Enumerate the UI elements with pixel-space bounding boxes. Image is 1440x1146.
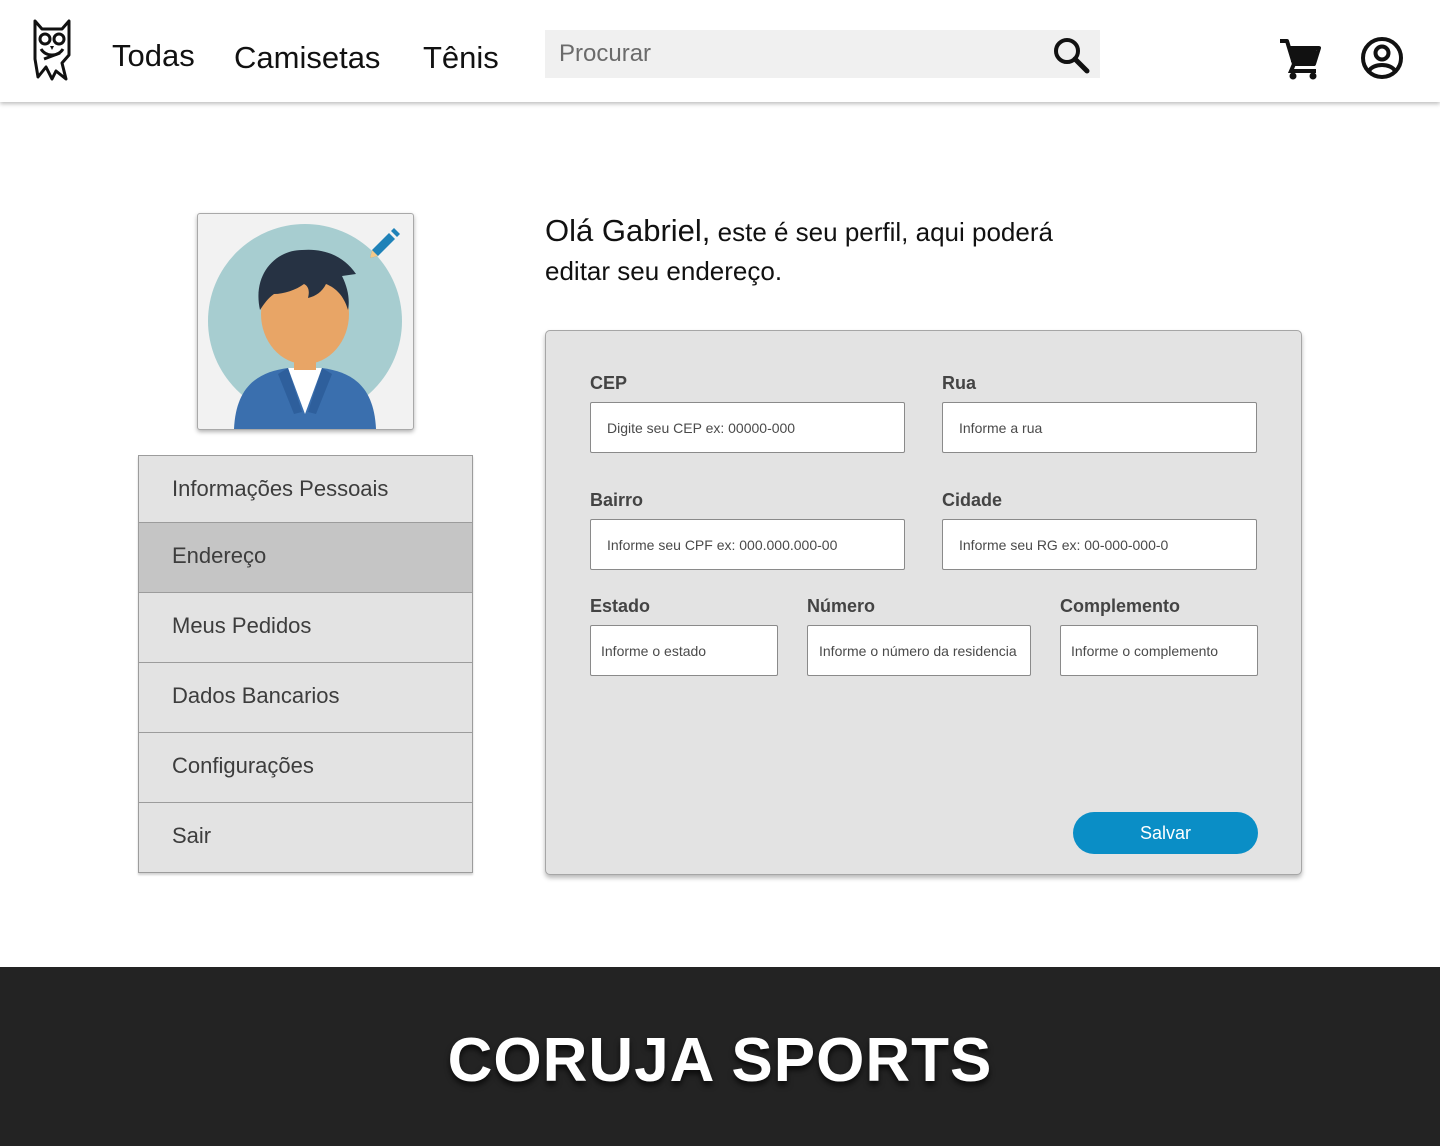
save-button[interactable]: Salvar <box>1073 812 1258 854</box>
cidade-label: Cidade <box>942 490 1003 510</box>
search-icon[interactable] <box>1052 36 1090 74</box>
menu-item-endereco[interactable]: Endereço <box>138 523 473 593</box>
rua-field[interactable] <box>942 402 1257 453</box>
rua-label: Rua <box>942 373 977 393</box>
bairro-field[interactable] <box>590 519 905 570</box>
bairro-label: Bairro <box>590 490 644 510</box>
address-form-panel: CEP Rua Bairro Cidade Estado Número Comp… <box>545 330 1302 875</box>
profile-avatar-card <box>197 213 414 430</box>
account-icon[interactable] <box>1360 36 1404 80</box>
estado-label: Estado <box>590 596 651 616</box>
cep-field[interactable] <box>590 402 905 453</box>
pencil-edit-icon[interactable] <box>366 228 400 262</box>
menu-item-dados-bancarios[interactable]: Dados Bancarios <box>138 663 473 733</box>
footer-brand: CORUJA SPORTS <box>447 1026 993 1095</box>
complemento-label: Complemento <box>1060 596 1181 616</box>
menu-item-informacoes-pessoais[interactable]: Informações Pessoais <box>138 455 473 523</box>
top-navbar: Todas Camisetas Tênis <box>0 0 1440 102</box>
cart-icon[interactable] <box>1278 36 1322 80</box>
search-bar <box>545 30 1100 78</box>
complemento-field[interactable] <box>1060 625 1258 676</box>
estado-field[interactable] <box>590 625 778 676</box>
owl-logo-icon[interactable] <box>32 19 72 81</box>
profile-side-menu: Informações Pessoais Endereço Meus Pedid… <box>138 455 473 873</box>
menu-item-configuracoes[interactable]: Configurações <box>138 733 473 803</box>
nav-tenis[interactable]: Tênis <box>423 40 499 76</box>
nav-camisetas[interactable]: Camisetas <box>234 40 380 76</box>
greeting-name: Olá Gabriel, <box>545 213 711 248</box>
cidade-field[interactable] <box>942 519 1257 570</box>
footer: CORUJA SPORTS <box>0 967 1440 1146</box>
nav-todas[interactable]: Todas <box>112 38 195 74</box>
menu-item-meus-pedidos[interactable]: Meus Pedidos <box>138 593 473 663</box>
menu-item-sair[interactable]: Sair <box>138 803 473 873</box>
cep-label: CEP <box>590 373 628 393</box>
numero-label: Número <box>807 596 876 616</box>
search-input[interactable] <box>545 30 1045 78</box>
numero-field[interactable] <box>807 625 1031 676</box>
profile-greeting: Olá Gabriel, este é seu perfil, aqui pod… <box>545 214 1105 293</box>
